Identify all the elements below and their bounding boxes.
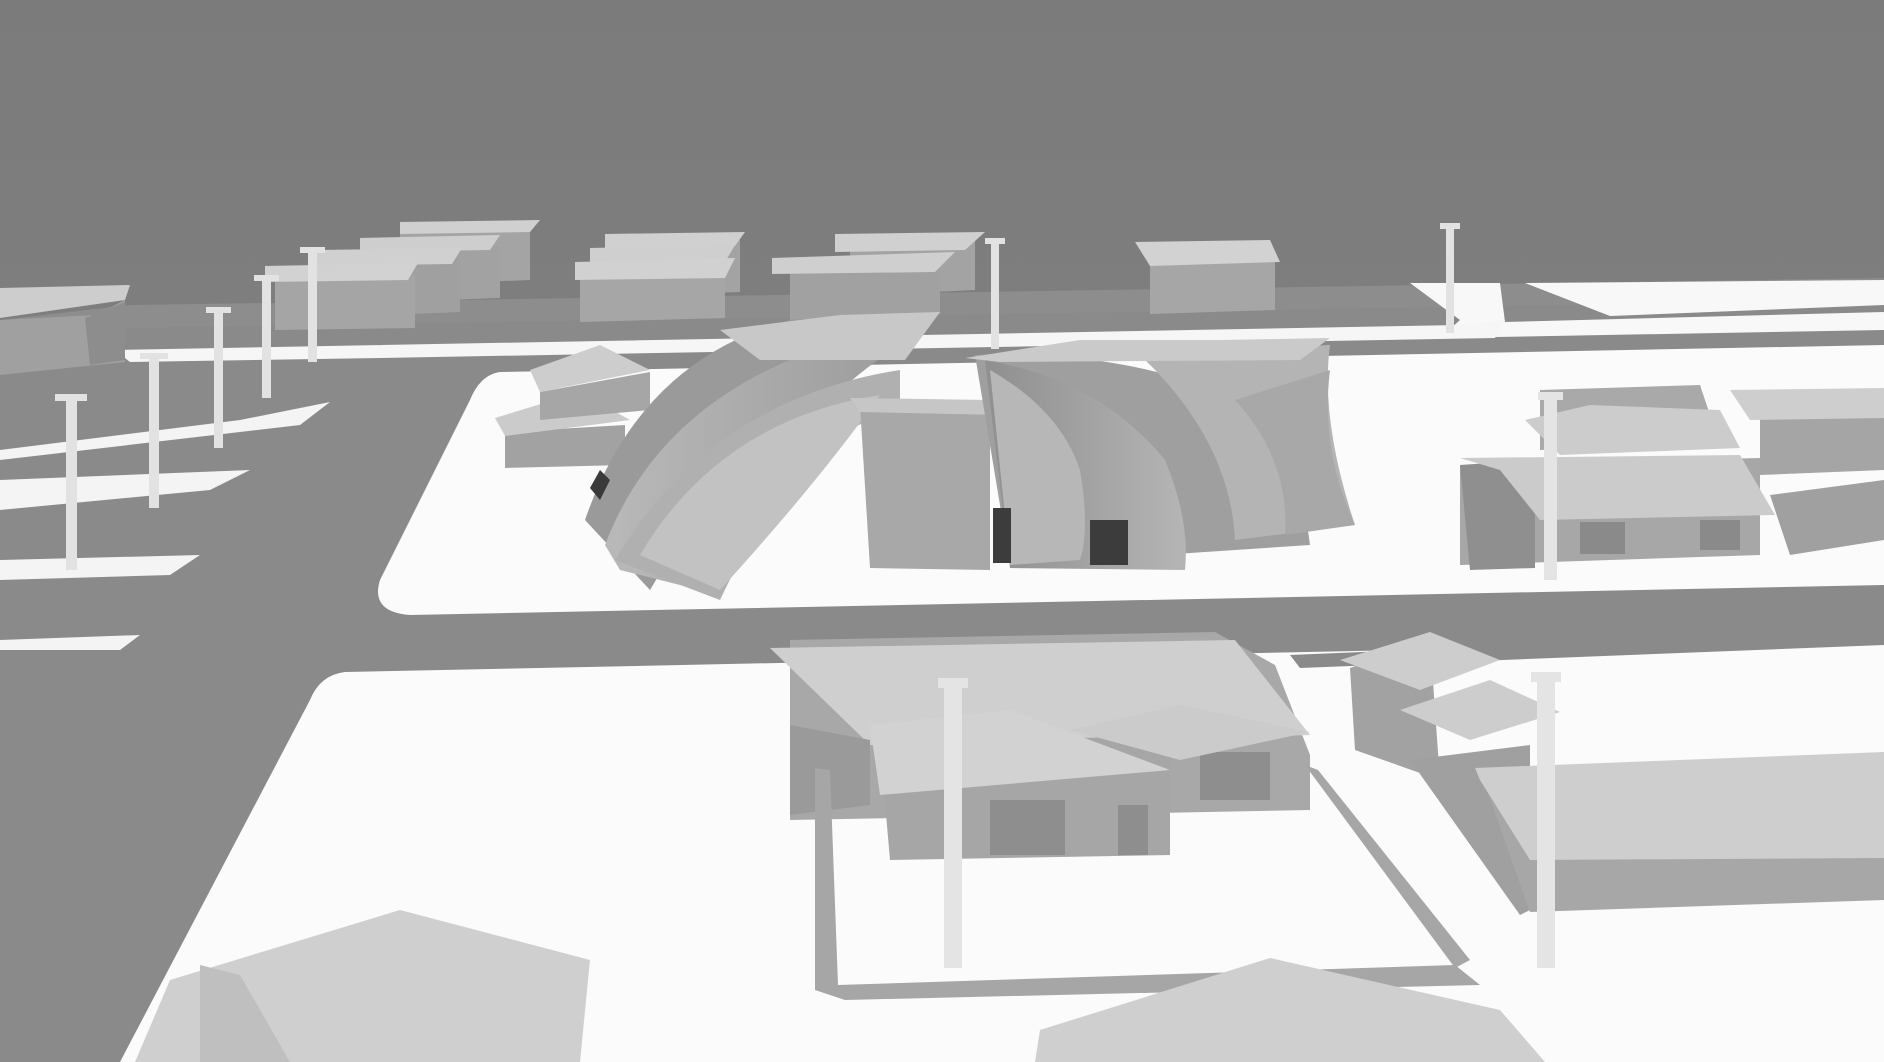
render-scene <box>0 0 1884 1062</box>
far-left-block <box>0 285 130 375</box>
far-building-solo <box>1135 240 1280 314</box>
